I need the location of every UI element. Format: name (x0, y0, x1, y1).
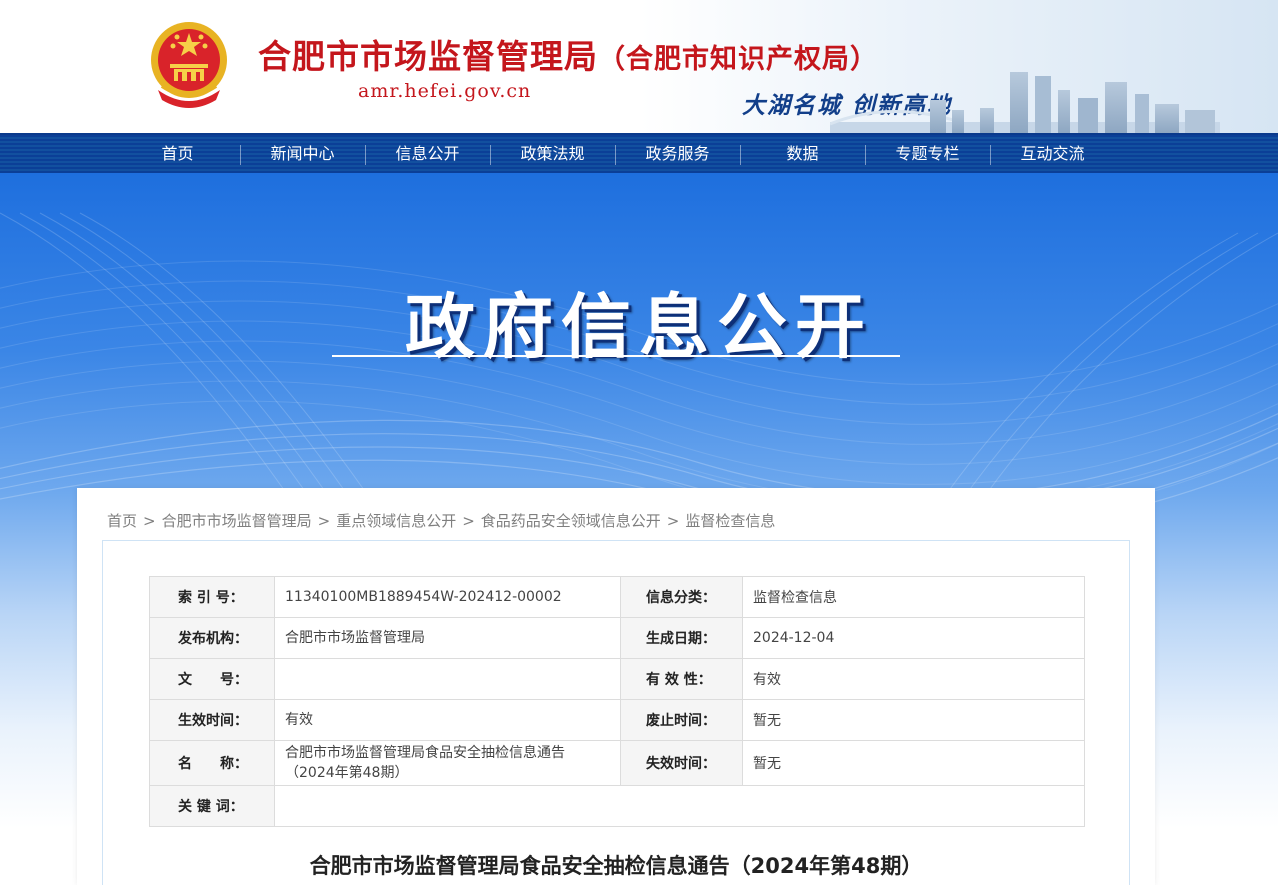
validity-label: 有 效 性： (620, 658, 743, 700)
nav-item-data[interactable]: 数据 (740, 135, 865, 173)
table-row: 发布机构： 合肥市市场监督管理局 生成日期： 2024-12-04 (149, 617, 1085, 659)
content-panel: 首页 > 合肥市市场监督管理局 > 重点领域信息公开 > 食品药品安全领域信息公开 > 监督检查… (77, 488, 1155, 885)
site-header: 合肥市市场监督管理局（合肥市知识产权局） amr.hefei.gov.cn 大湖… (0, 0, 1278, 133)
nav-item-interaction[interactable]: 互动交流 (990, 135, 1115, 173)
publisher-label: 发布机构： (149, 617, 275, 659)
site-title[interactable]: 合肥市市场监督管理局（合肥市知识产权局） (258, 30, 878, 78)
table-row: 名 称： 合肥市市场监督管理局食品安全抽检信息通告（2024年第48期） 失效时… (149, 740, 1085, 786)
document-name-label: 名 称： (149, 740, 275, 786)
document-number-label: 文 号： (149, 658, 275, 700)
document-name-value: 合肥市市场监督管理局食品安全抽检信息通告（2024年第48期） (274, 740, 621, 786)
table-row: 索 引 号： 11340100MB1889454W-202412-00002 信… (149, 576, 1085, 618)
breadcrumb-inspection-info[interactable]: 监督检查信息 (685, 512, 775, 530)
repeal-time-value: 暂无 (742, 699, 1085, 741)
city-skyline-image (830, 72, 1220, 133)
nav-item-services[interactable]: 政务服务 (615, 135, 740, 173)
breadcrumb-separator: > (317, 512, 331, 530)
main-nav-list: 首页 新闻中心 信息公开 政策法规 政务服务 数据 专题专栏 互动交流 (115, 135, 1115, 173)
created-date-label: 生成日期： (620, 617, 743, 659)
index-number-label: 索 引 号： (149, 576, 275, 618)
document-number-value (274, 658, 621, 700)
breadcrumb: 首页 > 合肥市市场监督管理局 > 重点领域信息公开 > 食品药品安全领域信息公开 > 监督检查… (107, 510, 775, 531)
table-row: 关 键 词： (149, 785, 1085, 827)
banner-underline (332, 355, 900, 357)
main-nav: 首页 新闻中心 信息公开 政策法规 政务服务 数据 专题专栏 互动交流 (0, 133, 1278, 173)
site-title-main: 合肥市市场监督管理局 (258, 37, 598, 76)
info-category-label: 信息分类： (620, 576, 743, 618)
article-title: 合肥市市场监督管理局食品安全抽检信息通告（2024年第48期） (309, 854, 923, 878)
nav-item-home[interactable]: 首页 (115, 135, 240, 173)
validity-value: 有效 (742, 658, 1085, 700)
nav-item-topics[interactable]: 专题专栏 (865, 135, 990, 173)
breadcrumb-separator: > (143, 512, 156, 530)
nav-item-news[interactable]: 新闻中心 (240, 135, 365, 173)
info-category-value: 监督检查信息 (742, 576, 1085, 618)
repeal-time-label: 废止时间： (620, 699, 743, 741)
created-date-value: 2024-12-04 (742, 617, 1085, 659)
breadcrumb-bureau[interactable]: 合肥市市场监督管理局 (162, 512, 312, 530)
index-number-value: 11340100MB1889454W-202412-00002 (274, 576, 621, 618)
nav-item-info-disclosure[interactable]: 信息公开 (365, 135, 490, 173)
expiry-time-label: 失效时间： (620, 740, 743, 786)
publisher-value: 合肥市市场监督管理局 (274, 617, 621, 659)
national-emblem-icon (151, 22, 227, 108)
breadcrumb-food-drug-safety[interactable]: 食品药品安全领域信息公开 (481, 512, 661, 530)
table-row: 文 号： 有 效 性： 有效 (149, 658, 1085, 700)
keywords-label: 关 键 词： (149, 785, 275, 827)
effective-time-label: 生效时间： (149, 699, 275, 741)
keywords-value (274, 785, 1085, 827)
document-box: 索 引 号： 11340100MB1889454W-202412-00002 信… (102, 540, 1130, 885)
breadcrumb-home[interactable]: 首页 (107, 512, 137, 530)
site-domain: amr.hefei.gov.cn (358, 80, 532, 102)
effective-time-value: 有效 (274, 699, 621, 741)
nav-item-policies[interactable]: 政策法规 (490, 135, 615, 173)
breadcrumb-separator: > (462, 512, 475, 530)
expiry-time-value: 暂无 (742, 740, 1085, 786)
document-meta-table: 索 引 号： 11340100MB1889454W-202412-00002 信… (149, 576, 1085, 827)
breadcrumb-key-areas[interactable]: 重点领域信息公开 (336, 512, 456, 530)
breadcrumb-separator: > (666, 512, 680, 530)
table-row: 生效时间： 有效 废止时间： 暂无 (149, 699, 1085, 741)
